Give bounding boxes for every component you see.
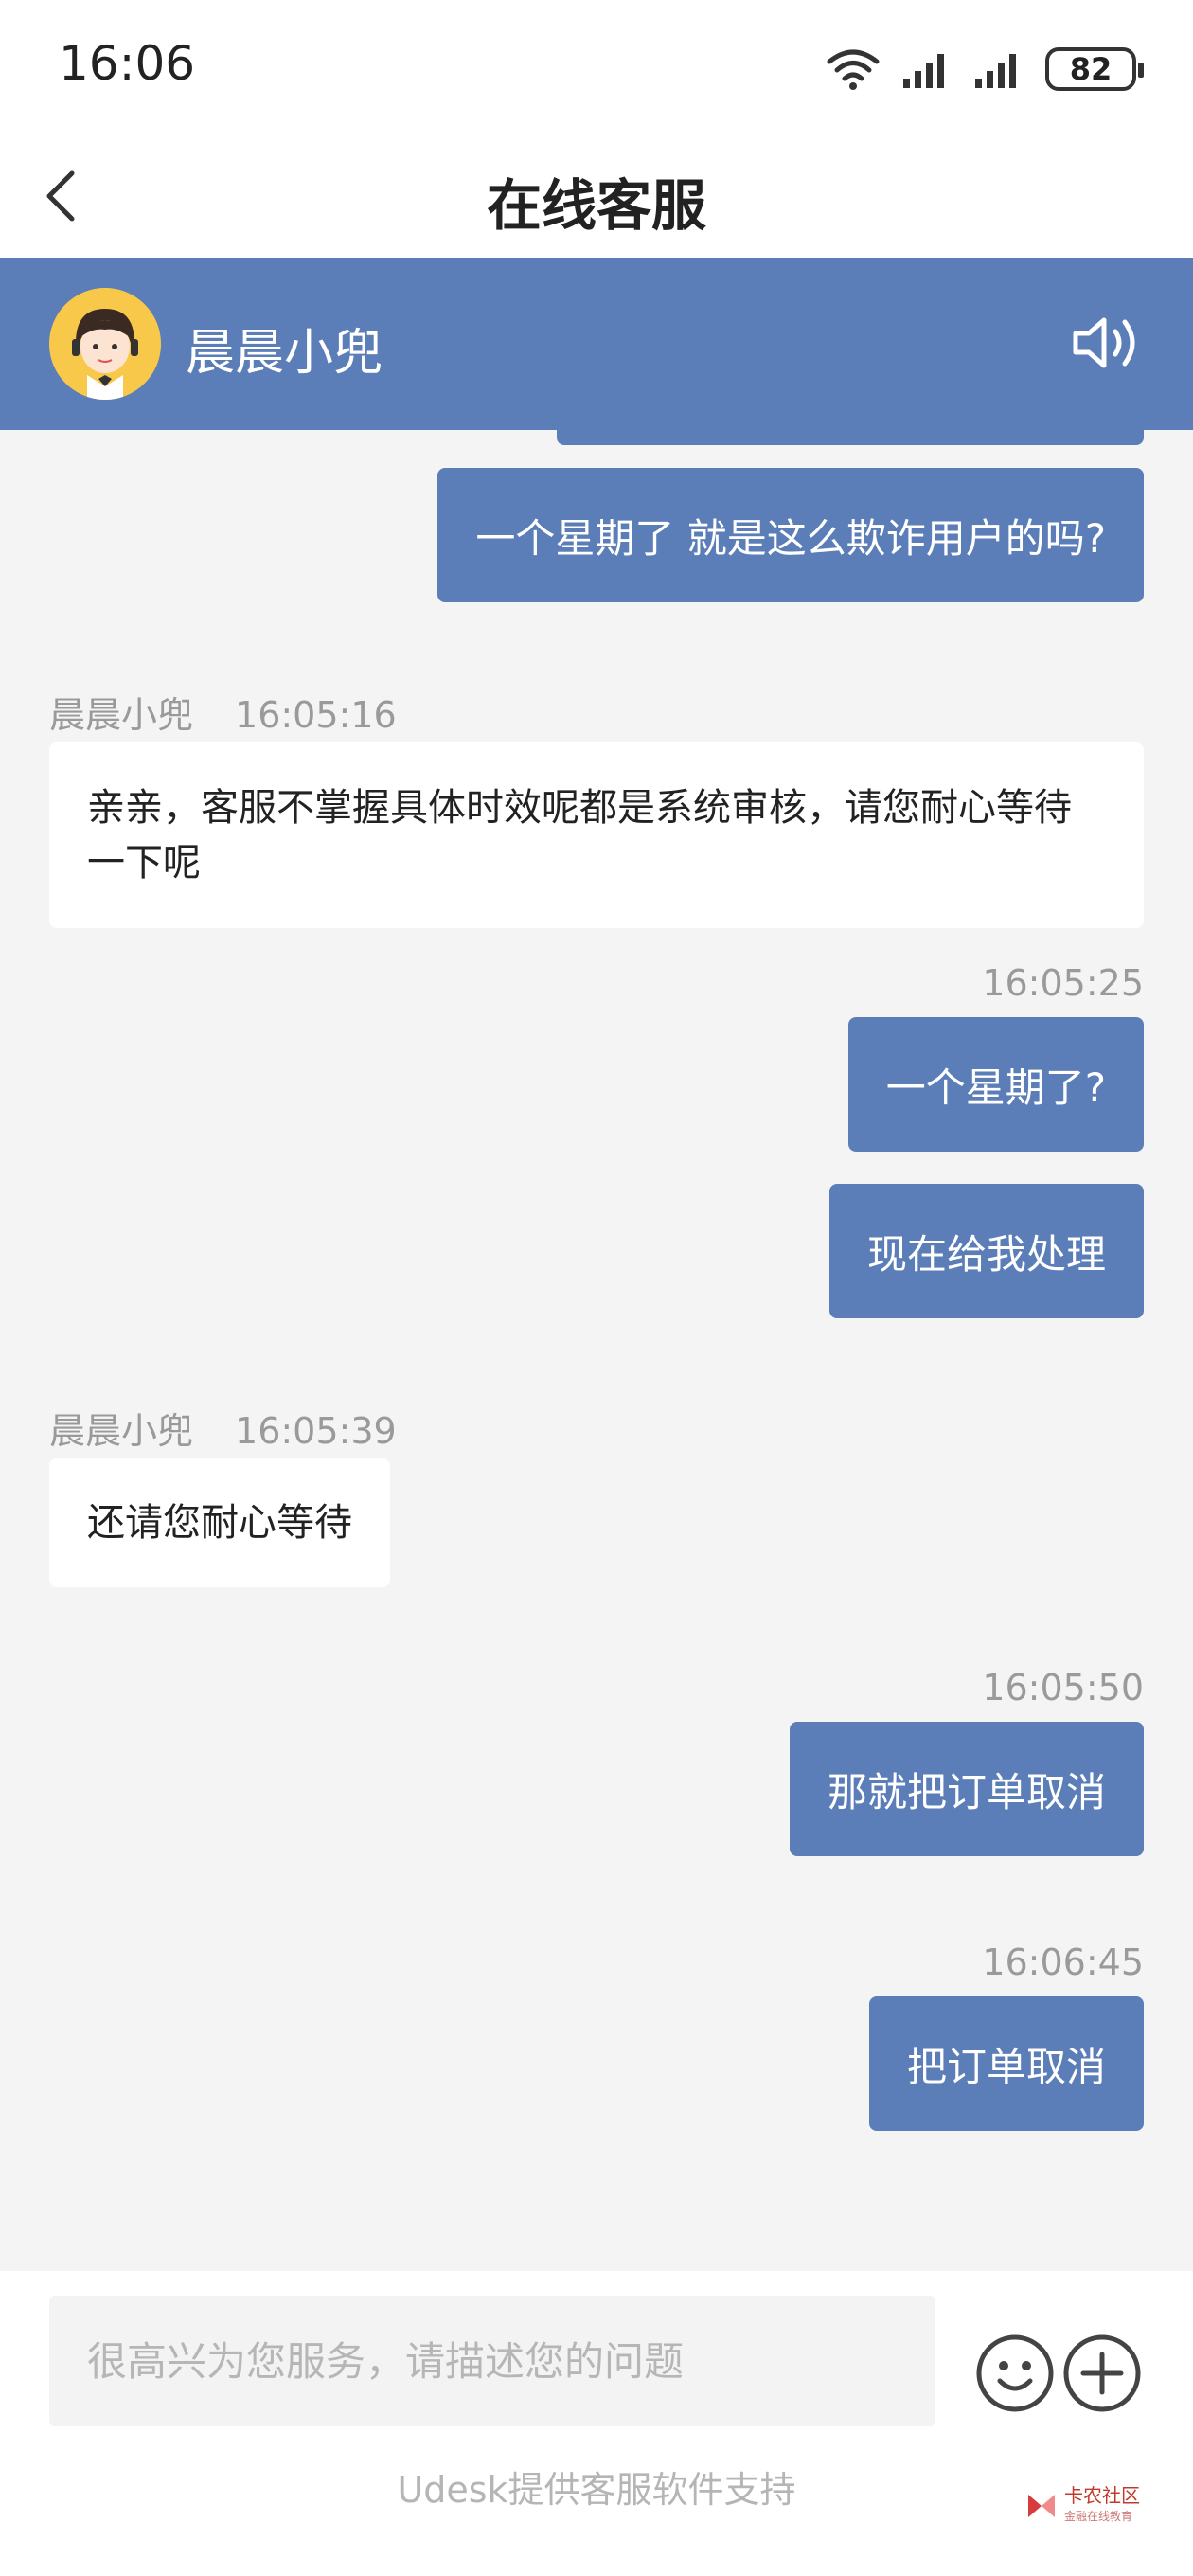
agent-bar: 晨晨小兜	[0, 258, 1193, 430]
sender-name: 晨晨小兜	[49, 694, 194, 736]
message-meta: 晨晨小兜 16:05:16	[49, 686, 397, 738]
message-text: 亲亲，客服不掌握具体时效呢都是系统审核，请您耐心等待一下呢	[87, 786, 1072, 885]
composer: Udesk提供客服软件支持 卡农社区 金融在线教育	[0, 2271, 1193, 2576]
sender-name: 晨晨小兜	[49, 1410, 194, 1452]
user-message-partial	[557, 430, 1144, 445]
user-message: 把订单取消	[868, 1996, 1144, 2131]
plus-button[interactable]	[1062, 2334, 1142, 2413]
battery-level: 82	[1069, 51, 1113, 87]
watermark-subtext: 金融在线教育	[1064, 2510, 1133, 2523]
user-message: 一个星期了 就是这么欺诈用户的吗?	[437, 468, 1144, 602]
watermark-logo-icon	[1028, 2495, 1055, 2517]
agent-name: 晨晨小兜	[186, 325, 383, 382]
watermark-text-group: 卡农社区 金融在线教育	[1064, 2485, 1140, 2527]
emoji-icon	[976, 2334, 1054, 2412]
message-text: 一个星期了 就是这么欺诈用户的吗?	[475, 514, 1106, 562]
status-bar: 16:06 82	[0, 0, 1193, 133]
agent-avatar	[49, 288, 161, 400]
signal-icon	[903, 54, 944, 88]
message-time: 16:05:39	[235, 1410, 397, 1452]
status-icons: 82	[826, 42, 1144, 97]
message-time: 16:05:50	[982, 1667, 1144, 1708]
wifi-icon	[827, 49, 880, 90]
message-input[interactable]	[49, 2296, 935, 2426]
message-text: 把订单取消	[906, 2043, 1106, 2090]
user-message: 现在给我处理	[828, 1184, 1144, 1318]
page-title: 在线客服	[486, 173, 706, 238]
title-bar: 在线客服	[0, 133, 1193, 258]
message-time: 16:05:16	[235, 694, 397, 736]
emoji-button[interactable]	[975, 2334, 1055, 2413]
speaker-button[interactable]	[1068, 305, 1144, 381]
status-time: 16:06	[59, 36, 196, 91]
speaker-icon	[1073, 317, 1135, 368]
agent-message: 亲亲，客服不掌握具体时效呢都是系统审核，请您耐心等待一下呢	[49, 742, 1144, 928]
user-message: 一个星期了?	[847, 1017, 1144, 1152]
message-text: 现在给我处理	[866, 1230, 1106, 1278]
message-text: 那就把订单取消	[827, 1768, 1106, 1816]
message-time: 16:06:45	[982, 1941, 1144, 1983]
plus-icon	[1063, 2334, 1141, 2412]
message-time: 16:05:25	[982, 962, 1144, 1004]
powered-by-text: Udesk提供客服软件支持	[397, 2469, 796, 2511]
chat-area[interactable]: 一个星期了 就是这么欺诈用户的吗? 晨晨小兜 16:05:16 亲亲，客服不掌握具…	[0, 430, 1193, 2271]
message-text: 还请您耐心等待	[87, 1501, 352, 1545]
message-meta: 晨晨小兜 16:05:39	[49, 1402, 397, 1454]
watermark-text: 卡农社区	[1064, 2484, 1140, 2507]
agent-message: 还请您耐心等待	[49, 1458, 390, 1587]
battery-icon: 82	[1045, 47, 1144, 91]
user-message: 那就把订单取消	[789, 1722, 1144, 1856]
watermark: 卡农社区 金融在线教育	[1024, 2485, 1140, 2527]
message-text: 一个星期了?	[885, 1064, 1106, 1111]
signal-icon	[975, 54, 1016, 88]
